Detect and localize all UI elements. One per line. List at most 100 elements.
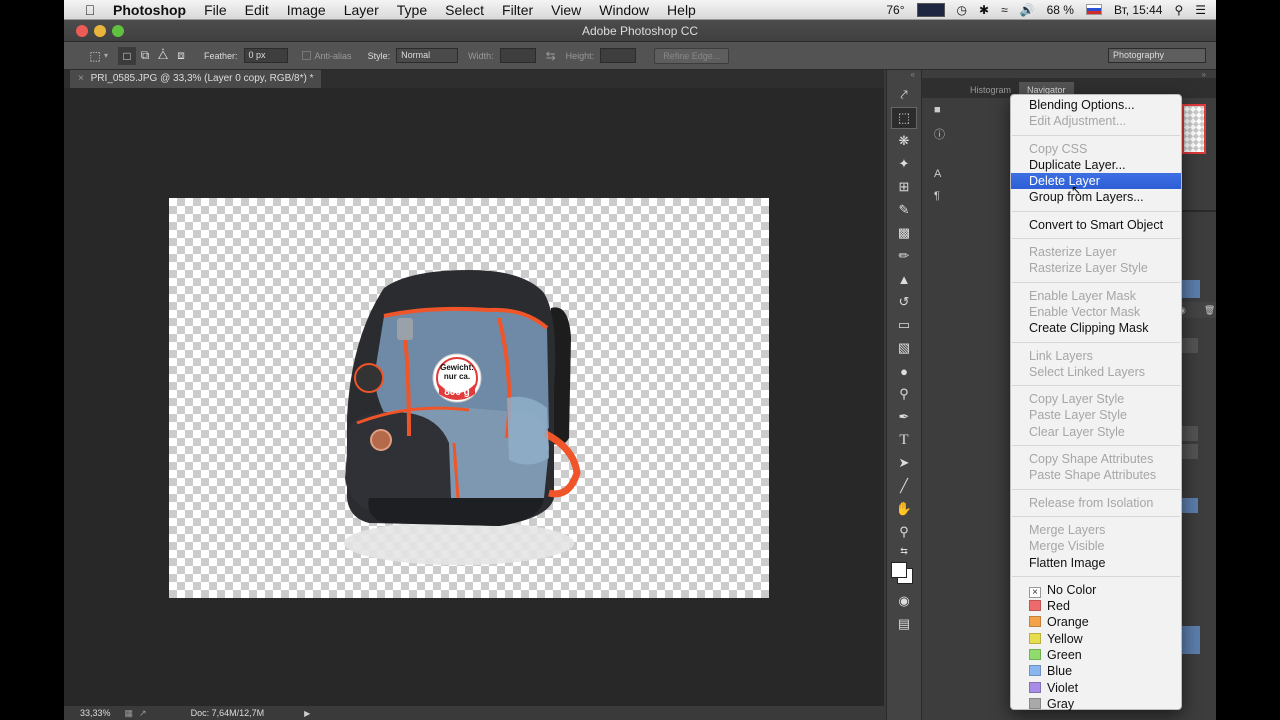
antialias-checkbox[interactable] — [301, 51, 311, 60]
quick-select-tool-icon[interactable]: ✦ — [891, 153, 917, 175]
battery-text[interactable]: 68 % — [1047, 3, 1074, 17]
new-selection-icon[interactable]: □ — [118, 46, 137, 65]
zoom-level[interactable]: 33,33% — [80, 708, 111, 718]
stamp-tool-icon[interactable]: ▲ — [891, 268, 917, 290]
blur-tool-icon[interactable]: ● — [891, 360, 917, 382]
pen-tool-icon[interactable]: ✒ — [891, 406, 917, 428]
menu-item-duplicate-layer[interactable]: Duplicate Layer... — [1011, 157, 1181, 173]
color-item-orange[interactable]: Orange — [1011, 614, 1181, 630]
menu-edit[interactable]: Edit — [236, 2, 278, 18]
marquee-tool-icon[interactable]: ⬚ — [891, 107, 917, 129]
crop-tool-icon[interactable]: ⊞ — [891, 176, 917, 198]
trash-icon[interactable]: 🗑 — [1204, 305, 1215, 316]
move-tool-icon[interactable]: ⤤ — [891, 84, 917, 106]
zoom-window-icon[interactable] — [112, 25, 124, 37]
eyedropper-tool-icon[interactable]: ✎ — [891, 199, 917, 221]
info-icon[interactable]: ⓘ — [934, 126, 952, 142]
style-select[interactable]: Normal — [396, 48, 459, 63]
status-menu-icon[interactable]: ▶ — [304, 709, 310, 718]
menu-item-delete-layer[interactable]: Delete Layer — [1011, 173, 1181, 190]
color-item-violet[interactable]: Violet — [1011, 680, 1181, 696]
menu-image[interactable]: Image — [278, 2, 335, 18]
spotlight-icon[interactable]: ⚲ — [1174, 3, 1183, 17]
swap-colors-icon[interactable]: ⇆ — [891, 544, 917, 558]
character-icon[interactable]: A — [934, 168, 952, 180]
menu-item-create-clipping-mask[interactable]: Create Clipping Mask — [1011, 320, 1181, 336]
hand-tool-icon[interactable]: ✋ — [891, 498, 917, 520]
screen-mode-icon[interactable]: ▤ — [891, 613, 917, 635]
menu-app[interactable]: Photoshop — [104, 2, 195, 18]
menu-layer[interactable]: Layer — [335, 2, 388, 18]
dodge-tool-icon[interactable]: ⚲ — [891, 383, 917, 405]
paragraph-icon[interactable]: ¶ — [934, 190, 952, 202]
foreground-color-swatch[interactable] — [891, 562, 907, 578]
color-item-blue[interactable]: Blue — [1011, 663, 1181, 679]
menu-select[interactable]: Select — [436, 2, 493, 18]
menu-file[interactable]: File — [195, 2, 236, 18]
menu-type[interactable]: Type — [388, 2, 436, 18]
options-bar: ⬚ ▾ □ ⧉ ⧊ ⧈ Feather: 0 px Anti-alias Sty… — [64, 42, 1216, 70]
status-icon[interactable]: ▦ — [125, 708, 134, 719]
collapse-icon[interactable]: « — [887, 70, 921, 80]
close-window-icon[interactable] — [76, 25, 88, 37]
share-icon[interactable]: ↗ — [139, 708, 147, 719]
color-item-no-color[interactable]: × No Color — [1011, 582, 1181, 598]
menu-item-convert-to-smart-object[interactable]: Convert to Smart Object — [1011, 217, 1181, 233]
chevron-down-icon[interactable]: ▾ — [104, 51, 108, 60]
type-tool-icon[interactable]: T — [891, 429, 917, 451]
brush-tool-icon[interactable]: ✏ — [891, 245, 917, 267]
path-select-tool-icon[interactable]: ➤ — [891, 452, 917, 474]
history-brush-tool-icon[interactable]: ↺ — [891, 291, 917, 313]
menu-window[interactable]: Window — [590, 2, 658, 18]
wifi-icon[interactable]: ≈ — [1001, 3, 1008, 17]
quick-mask-icon[interactable]: ◉ — [891, 590, 917, 612]
lasso-tool-icon[interactable]: ❋ — [891, 130, 917, 152]
time-machine-icon[interactable]: ◷ — [957, 3, 967, 17]
navigator-thumbnail[interactable] — [1182, 104, 1206, 154]
subtract-selection-icon[interactable]: ⧊ — [154, 47, 172, 65]
intersect-selection-icon[interactable]: ⧈ — [172, 47, 190, 65]
clock-text[interactable]: Вт, 15:44 — [1114, 3, 1162, 17]
width-input[interactable] — [499, 48, 536, 63]
workspace-select[interactable]: Photography — [1108, 48, 1206, 63]
menu-view[interactable]: View — [542, 2, 590, 18]
document-tab[interactable]: × PRI_0585.JPG @ 33,3% (Layer 0 copy, RG… — [70, 70, 322, 88]
temperature-text[interactable]: 76° — [886, 3, 904, 17]
menu-help[interactable]: Help — [658, 2, 705, 18]
apple-icon[interactable]:  — [76, 2, 104, 18]
menu-item-blending-options[interactable]: Blending Options... — [1011, 97, 1181, 113]
refine-edge-button[interactable]: Refine Edge... — [654, 47, 730, 64]
menu-filter[interactable]: Filter — [493, 2, 542, 18]
canvas-area[interactable]: Gewicht: nur ca. 800 g — [64, 88, 884, 706]
menu-separator — [1012, 515, 1180, 517]
gradient-tool-icon[interactable]: ▧ — [891, 337, 917, 359]
healing-tool-icon[interactable]: ▩ — [891, 222, 917, 244]
add-selection-icon[interactable]: ⧉ — [136, 47, 154, 65]
height-input[interactable] — [600, 48, 637, 63]
color-item-green[interactable]: Green — [1011, 647, 1181, 663]
color-item-red[interactable]: Red — [1011, 598, 1181, 614]
feather-input[interactable]: 0 px — [243, 48, 288, 63]
flag-icon[interactable] — [1085, 4, 1102, 15]
badge-line2: nur ca. — [444, 372, 470, 381]
eraser-tool-icon[interactable]: ▭ — [891, 314, 917, 336]
volume-icon[interactable]: 🔊 — [1020, 3, 1035, 17]
color-item-yellow[interactable]: Yellow — [1011, 631, 1181, 647]
line-tool-icon[interactable]: ╱ — [891, 475, 917, 497]
color-swatches[interactable] — [889, 560, 919, 588]
activity-monitor-icon[interactable] — [916, 2, 945, 17]
swap-icon[interactable]: ⇆ — [546, 49, 556, 63]
document-canvas[interactable]: Gewicht: nur ca. 800 g — [169, 198, 769, 598]
bluetooth-icon[interactable]: ✱ — [979, 3, 989, 17]
color-item-gray[interactable]: Gray — [1011, 696, 1181, 712]
marquee-tool-preset-icon[interactable]: ⬚ — [86, 47, 104, 65]
window-title: Adobe Photoshop CC — [581, 23, 699, 38]
zoom-tool-icon[interactable]: ⚲ — [891, 521, 917, 543]
minimize-window-icon[interactable] — [94, 25, 106, 37]
collapse-panels-icon[interactable]: » — [922, 70, 1216, 79]
notification-icon[interactable]: ☰ — [1195, 3, 1206, 17]
menu-item-flatten-image[interactable]: Flatten Image — [1011, 555, 1181, 571]
close-tab-icon[interactable]: × — [78, 73, 84, 84]
menu-item-group-from-layers[interactable]: Group from Layers... — [1011, 189, 1181, 205]
panel-icon-1[interactable]: ■ — [934, 104, 952, 116]
